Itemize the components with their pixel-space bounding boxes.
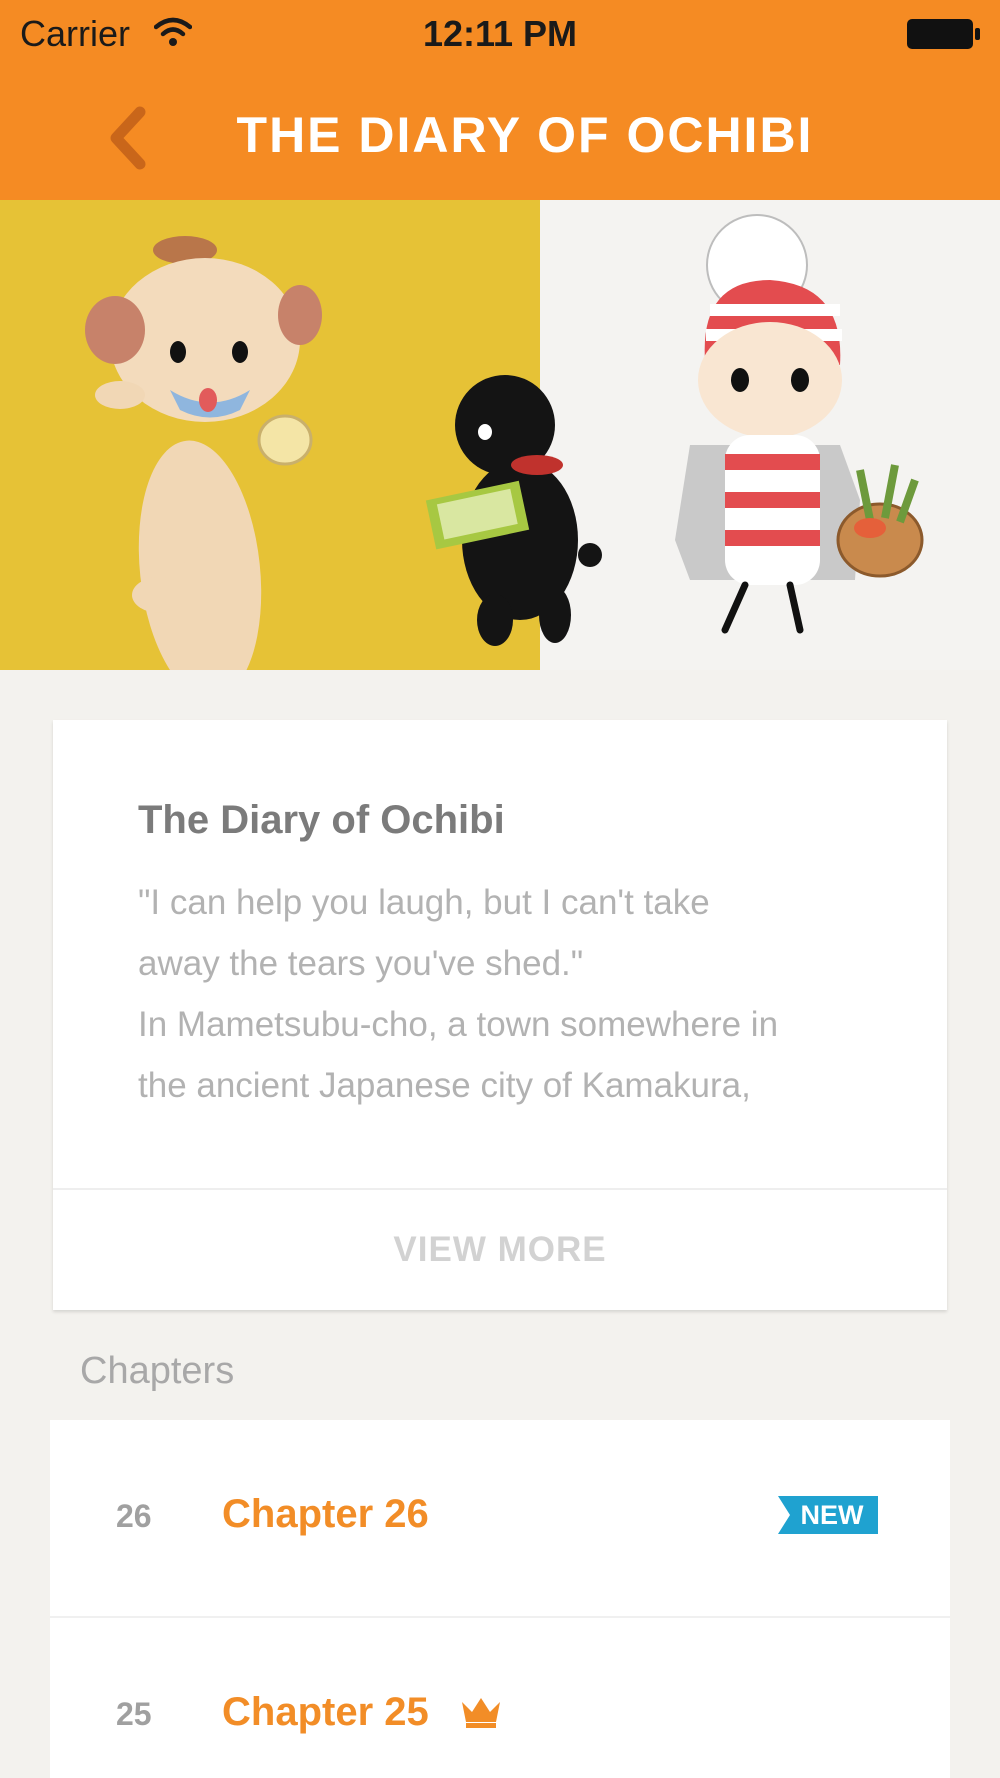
chapter-title: Chapter 25 [222, 1690, 429, 1734]
chapter-row-25[interactable]: 25 Chapter 25 [50, 1618, 950, 1778]
chapters-section-label: Chapters [80, 1350, 235, 1392]
navigation-bar: THE DIARY OF OCHIBI [0, 70, 1000, 200]
description-line: In Mametsubu-cho, a town somewhere in [138, 1005, 779, 1044]
striped-boy-illustration [675, 214, 924, 634]
new-badge: NEW [778, 1496, 878, 1534]
chapter-list: 26 Chapter 26 NEW 25 Chapter 25 [50, 1420, 950, 1778]
page-title: THE DIARY OF OCHIBI [236, 107, 814, 163]
series-banner [0, 200, 1000, 670]
description-line: away the tears you've shed." [138, 944, 584, 983]
description-line: the ancient Japanese city of Kamakura, [138, 1066, 751, 1105]
chapter-number: 25 [116, 1696, 152, 1732]
app-header: Carrier 12:11 PM THE DIARY OF OCHIBI [0, 0, 1000, 200]
cream-poodle-illustration [85, 236, 322, 670]
series-title: The Diary of Ochibi [138, 798, 505, 842]
series-description: "I can help you laugh, but I can't take … [138, 872, 878, 1116]
battery-icon [907, 19, 980, 49]
status-bar: Carrier 12:11 PM [0, 0, 1000, 70]
chapter-title: Chapter 26 [222, 1492, 429, 1536]
banner-illustration [85, 214, 924, 670]
black-poodle-illustration [425, 375, 602, 646]
clock: 12:11 PM [422, 13, 578, 54]
crown-icon [462, 1698, 500, 1728]
new-badge-label: NEW [800, 1500, 864, 1530]
description-line: "I can help you laugh, but I can't take [138, 883, 710, 922]
chapter-row-26[interactable]: 26 Chapter 26 NEW [50, 1420, 950, 1618]
chapter-number: 26 [116, 1498, 152, 1534]
view-more-button[interactable]: VIEW MORE [53, 1190, 947, 1310]
series-info-card: The Diary of Ochibi "I can help you laug… [53, 720, 947, 1310]
